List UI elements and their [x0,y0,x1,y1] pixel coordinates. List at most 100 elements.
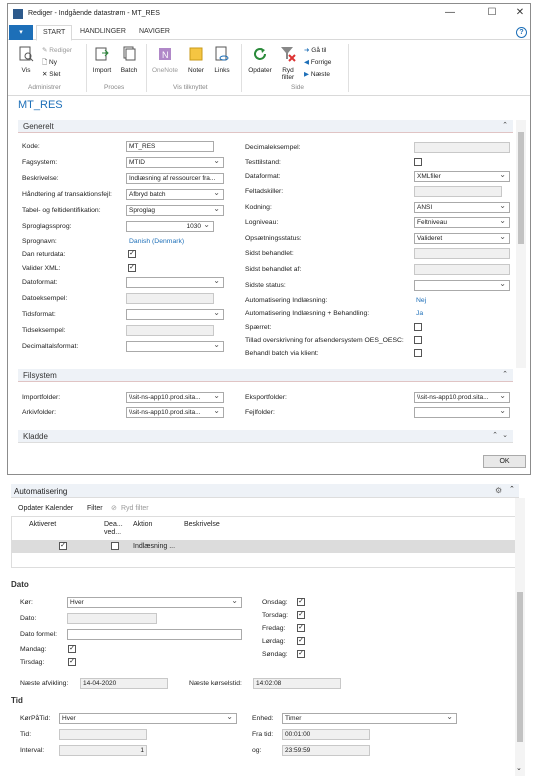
close-icon[interactable]: ✕ [510,7,530,18]
group-side: Side [291,84,305,91]
col-aktiveret[interactable]: Aktiveret [29,521,56,528]
soendag-checkbox[interactable]: ✓ [297,650,305,658]
filter-button[interactable]: Filter [87,505,103,512]
datoformel-field[interactable] [67,629,242,640]
settings-icon[interactable]: ⚙ [495,486,502,495]
tillad-checkbox[interactable] [414,336,422,344]
scrollbar-thumb[interactable] [517,592,523,742]
behandl-batch-checkbox[interactable] [414,349,422,357]
lower-scrollbar[interactable]: ⌄ [515,498,525,776]
chevron-up-icon[interactable]: ⌃ [502,121,508,129]
tab-naviger[interactable]: NAVIGER [139,28,170,35]
beskrivelse-field[interactable]: Indlæsning af ressourcer fra... [126,173,224,184]
main-scrollbar[interactable] [516,120,526,368]
sidst-behandlet-af-label: Sidst behandlet af: [245,266,302,273]
table-row[interactable]: ✓ Indlæsning ... [12,540,518,553]
opdater-button[interactable]: Opdater [246,46,274,74]
col-beskrivelse[interactable]: Beskrivelse [184,521,220,528]
chevron-up-icon[interactable]: ⌃ [509,485,515,493]
ok-button[interactable]: OK [483,455,526,468]
onsdag-label: Onsdag: [262,599,288,606]
col-aktion[interactable]: Aktion [133,521,152,528]
kodning-select[interactable]: ANSI [414,202,510,213]
opsaetningsstatus-select[interactable]: Valideret [414,233,510,244]
generelt-header[interactable]: Generelt ⌃ [18,120,513,133]
datoformat-label: Datoformat: [22,279,58,286]
loerdag-label: Lørdag: [262,638,286,645]
koerpaatid-select[interactable]: Hver [59,713,237,724]
koerpaatid-label: KørPåTid: [20,715,51,722]
datoeksempel-label: Datoeksempel: [22,295,68,302]
tab-handlinger[interactable]: HANDLINGER [80,28,126,35]
kode-field[interactable]: MT_RES [126,141,214,152]
links-button[interactable]: Links [211,46,233,74]
valider-xml-checkbox[interactable]: ✓ [128,264,136,272]
importfolder-field[interactable]: \\sit-ns-app10.prod.sita... [126,392,224,403]
row-deaktiver-checkbox[interactable] [111,542,119,550]
dataformat-select[interactable]: XMLfiler [414,171,510,182]
datoformat-select[interactable] [126,277,224,288]
import-button[interactable]: Import [91,46,113,74]
window-title: Rediger - Indgående datastrøm - MT_RES [28,10,160,17]
onenote-button[interactable]: N OneNote [149,46,181,74]
slet-button[interactable]: ✕ Slet [42,70,60,78]
chevron-up-icon[interactable]: ⌃ [502,370,508,378]
automatisering-panel: Automatisering ⚙ ⌃ Opdater Kalender Filt… [7,484,527,777]
haandtering-select[interactable]: Afbryd batch [126,189,224,200]
tab-start[interactable]: START [36,25,73,41]
ny-button[interactable]: 🗋 Ny [42,58,57,69]
file-menu-button[interactable]: ▾ [9,25,33,40]
fagsystem-select[interactable]: MTID [126,157,224,168]
kladde-header[interactable]: Kladde ⌃ ⌄ [18,430,513,443]
gaa-til-label: Gå til [311,47,327,54]
filsystem-header[interactable]: Filsystem ⌃ [18,369,513,382]
eksportfolder-field[interactable]: \\sit-ns-app10.prod.sita... [414,392,510,403]
onsdag-checkbox[interactable]: ✓ [297,598,305,606]
chevron-down-icon[interactable]: ⌄ [516,764,522,772]
tidsformat-select[interactable] [126,309,224,320]
fredag-checkbox[interactable]: ✓ [297,624,305,632]
sproglagssprog-label: Sproglagssprog: [22,223,72,230]
gaa-til-button[interactable]: ➜ Gå til [304,46,326,54]
noter-button[interactable]: Noter [185,46,207,74]
scrollbar-thumb[interactable] [518,132,524,244]
col-deaktiver[interactable]: Dea... ved... [104,521,123,537]
sprognavn-value: Danish (Denmark) [129,238,185,245]
auto-indl-behandling-label: Automatisering Indlæsning + Behandling: [245,310,370,317]
auto-indlaesning-value[interactable]: Nej [416,297,426,304]
koer-select[interactable]: Hver [67,597,242,608]
automatisering-header[interactable]: Automatisering ⚙ ⌃ [11,484,519,498]
auto-indl-behandling-value[interactable]: Ja [416,310,423,317]
ryd-filter-button[interactable]: Ryd filter [278,46,298,81]
chevron-up-icon[interactable]: ⌃ [492,431,498,439]
group-administrer: Administrer [28,84,61,91]
sproglagssprog-select[interactable]: 1030 [126,221,214,232]
vis-button[interactable]: Vis [16,46,36,74]
minimize-icon[interactable]: — [440,7,460,18]
testtilstand-checkbox[interactable] [414,158,422,166]
tabel-select[interactable]: Sproglag [126,205,224,216]
opdater-kalender-button[interactable]: Opdater Kalender [18,505,73,512]
batch-button[interactable]: Batch [118,46,140,74]
fejlfolder-field[interactable] [414,407,510,418]
torsdag-checkbox[interactable]: ✓ [297,611,305,619]
decimaltalsformat-select[interactable] [126,341,224,352]
sidste-status-select[interactable] [414,280,510,291]
chevron-down-icon[interactable]: ⌄ [502,431,508,439]
tirsdag-checkbox[interactable]: ✓ [68,658,76,666]
spaerret-checkbox[interactable] [414,323,422,331]
help-icon[interactable]: ? [516,27,527,38]
rediger-button[interactable]: ✎ Rediger [42,46,72,54]
logniveau-select[interactable]: Feltniveau [414,217,510,228]
arkivfolder-field[interactable]: \\sit-ns-app10.prod.sita... [126,407,224,418]
enhed-select[interactable]: Timer [282,713,457,724]
dan-returdata-checkbox[interactable]: ✓ [128,250,136,258]
ryd-filter-button[interactable]: Ryd filter [121,505,149,512]
forrige-button[interactable]: ◀ Forrige [304,58,331,66]
maximize-icon[interactable]: ☐ [482,7,502,18]
row-aktiveret-checkbox[interactable]: ✓ [59,542,67,550]
sidste-status-label: Sidste status: [245,282,286,289]
naeste-button[interactable]: ▶ Næste [304,70,330,78]
loerdag-checkbox[interactable]: ✓ [297,637,305,645]
mandag-checkbox[interactable]: ✓ [68,645,76,653]
